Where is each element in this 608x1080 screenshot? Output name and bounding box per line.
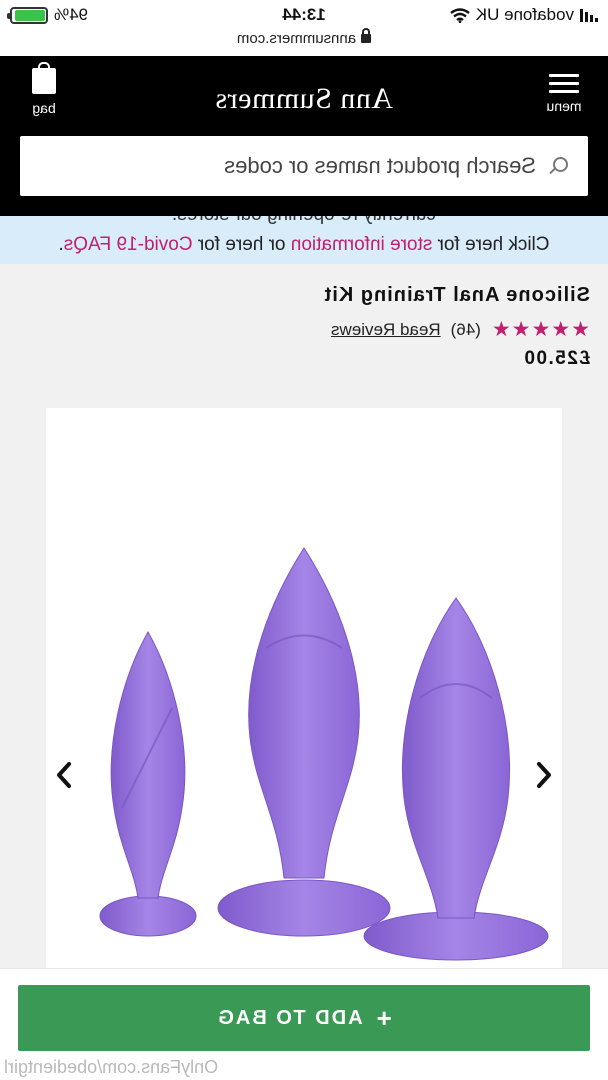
mirrored-screen: vodafone UK 13:44 94% annsummers.com men… [0, 0, 608, 1080]
star-rating-icon: ★★★★★ [490, 318, 590, 341]
read-reviews-link[interactable]: Read Reviews [331, 320, 441, 340]
gallery-edge [0, 408, 22, 968]
review-count: (46) [450, 319, 481, 339]
chevron-right-icon [57, 762, 71, 788]
url-text: annsummers.com [236, 30, 357, 47]
banner-previous-line: currently re-opening our stores. [0, 216, 608, 226]
product-gallery[interactable] [0, 408, 608, 968]
watermark-text: OnlyFans.com/obedientgirl [4, 1057, 219, 1077]
banner-tail: . [58, 234, 64, 255]
banner-message: Click here for store information or here… [0, 234, 608, 256]
site-header: menu Ann Summers bag [0, 56, 608, 216]
search-icon[interactable] [550, 157, 568, 175]
battery-group: 94% [10, 5, 88, 25]
product-price: £25.00 [522, 348, 590, 369]
bag-icon [32, 68, 56, 94]
plus-icon: + [374, 1003, 392, 1033]
gallery-prev-arrow[interactable] [532, 760, 556, 790]
status-bar: vodafone UK 13:44 94% [0, 0, 608, 30]
clock: 13:44 [282, 5, 326, 24]
chevron-left-icon [537, 762, 551, 788]
gallery-edge [586, 408, 608, 968]
bag-label: bag [32, 100, 56, 116]
url-bar[interactable]: annsummers.com [0, 30, 608, 56]
banner-lead: Click here for [432, 234, 550, 255]
battery-percent: 94% [54, 5, 89, 24]
brand-logo[interactable]: Ann Summers [0, 82, 608, 116]
covid-banner: currently re-opening our stores. Click h… [0, 216, 608, 264]
product-title: Silicone Anal Training Kit [323, 284, 590, 306]
product-image [99, 547, 549, 961]
add-to-bag-label: ADD TO BAG [216, 1006, 363, 1029]
product-rating: ★★★★★ (46) Read Reviews [331, 317, 590, 342]
store-info-link[interactable]: store information [291, 234, 433, 255]
cta-bar: + ADD TO BAG OnlyFans.com/obedientgirl [0, 968, 608, 1080]
covid-faq-link[interactable]: Covid-19 FAQs [64, 234, 193, 255]
bag-button[interactable]: bag [20, 68, 68, 116]
gallery-next-arrow[interactable] [52, 760, 76, 790]
banner-middle: or here for [192, 234, 291, 255]
search-input[interactable] [56, 153, 536, 179]
add-to-bag-button[interactable]: + ADD TO BAG [18, 985, 590, 1051]
lock-icon [361, 34, 372, 43]
search-box[interactable] [20, 136, 588, 196]
product-info: Silicone Anal Training Kit ★★★★★ (46) Re… [0, 264, 608, 408]
battery-icon [10, 6, 48, 24]
